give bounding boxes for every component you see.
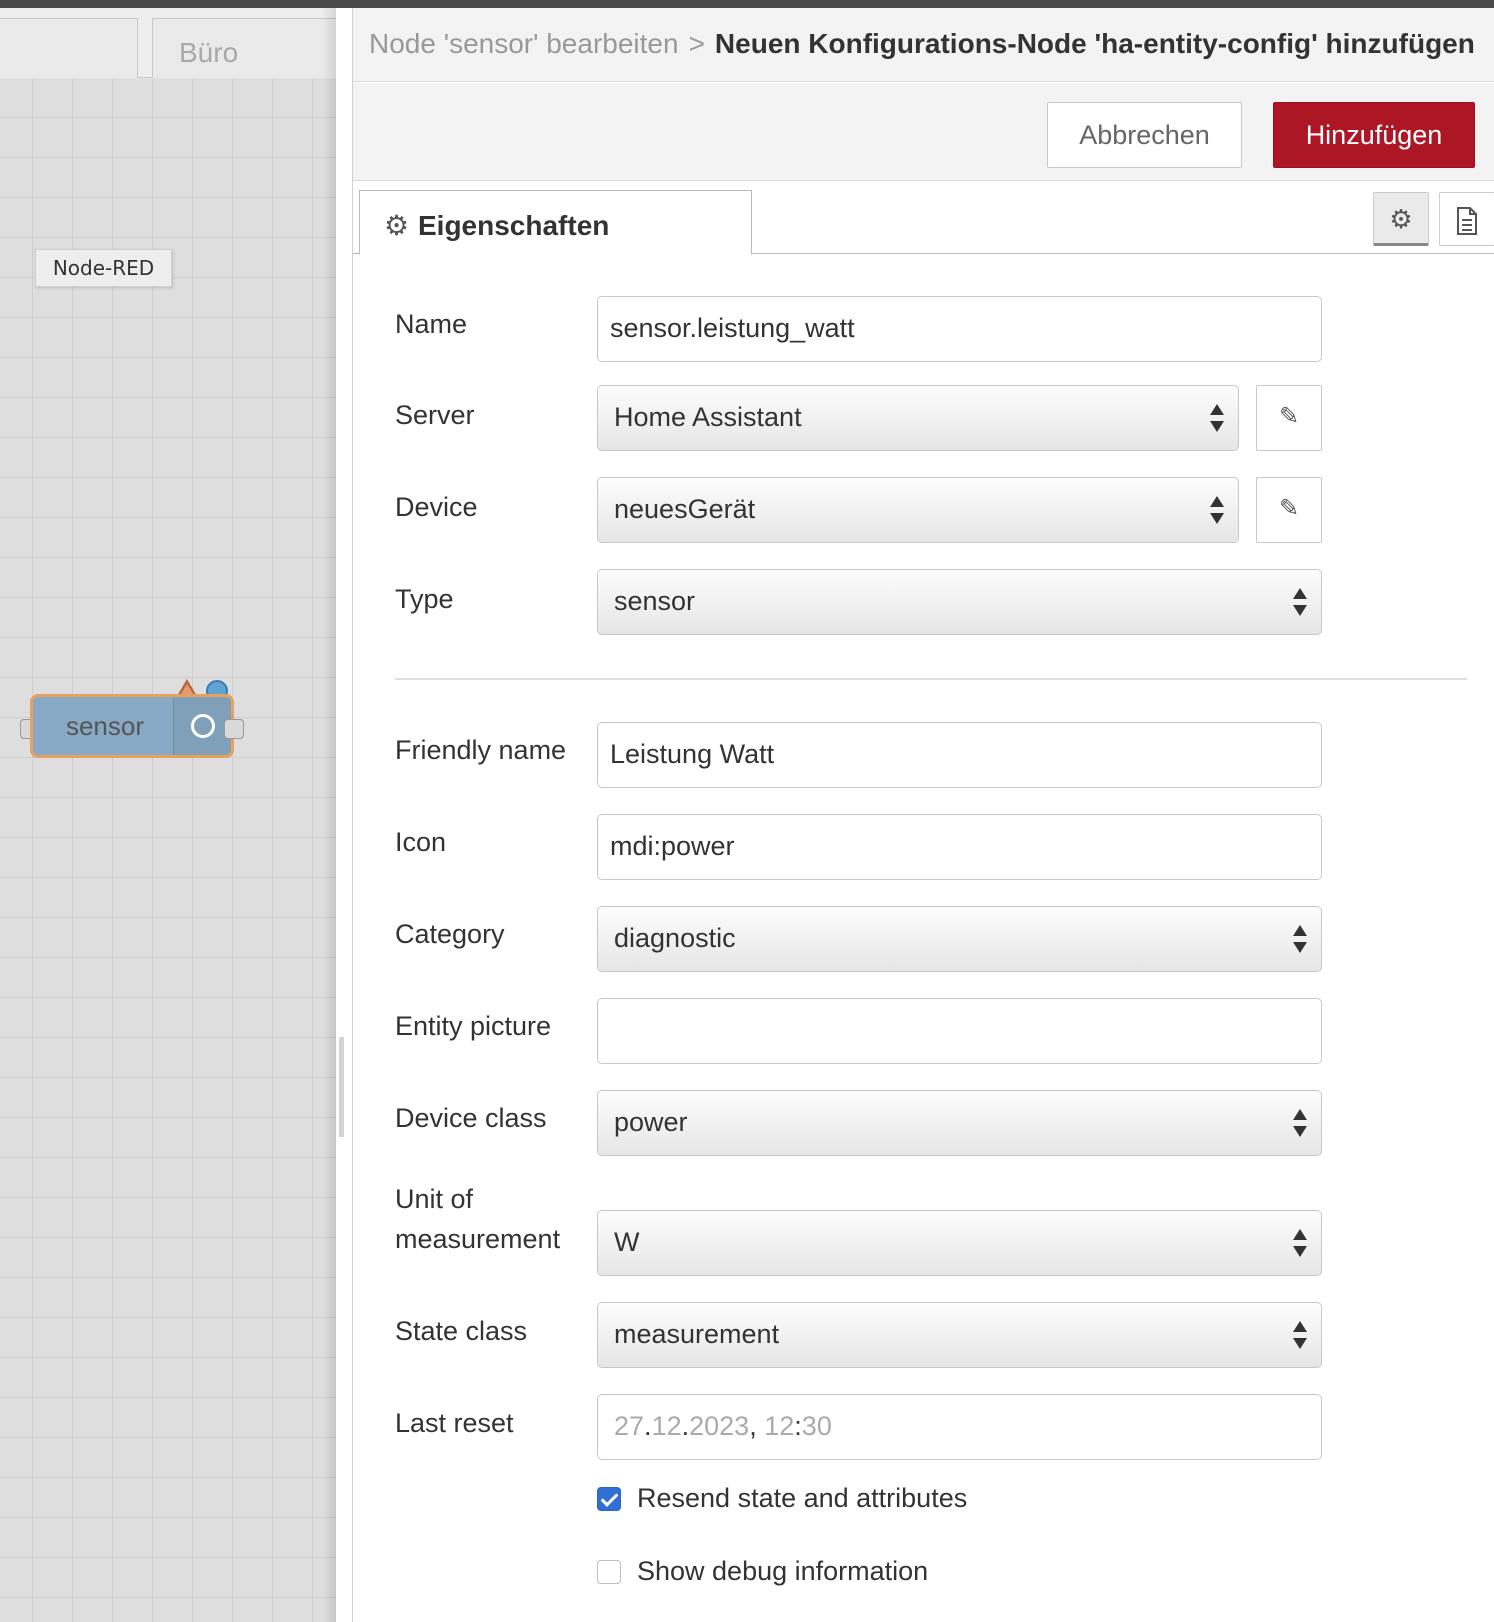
type-select-value: sensor [614, 586, 696, 616]
entity-picture-label: Entity picture [395, 1011, 552, 1041]
date-month: 12 [651, 1411, 682, 1441]
breadcrumb-parent-link[interactable]: Node 'sensor' bearbeiten [369, 28, 679, 59]
state-class-select-value: measurement [614, 1319, 780, 1349]
tab-properties[interactable]: ⚙ Eigenschaften [359, 190, 752, 255]
circle-icon [191, 714, 215, 738]
name-input[interactable]: sensor.leistung_watt [597, 296, 1322, 362]
category-select-value: diagnostic [614, 923, 736, 953]
device-select-value: neuesGerät [614, 494, 756, 524]
settings-gear-icon[interactable]: ⚙ [1373, 192, 1429, 246]
sensor-node[interactable]: sensor [30, 694, 234, 758]
top-strip [0, 0, 1494, 8]
add-button[interactable]: Hinzufügen [1273, 102, 1475, 168]
workspace-tab-bar: Büro [0, 8, 336, 78]
date-day: 27 [614, 1411, 645, 1441]
editor-tray: Node 'sensor' bearbeiten > Neuen Konfigura… [352, 8, 1494, 1622]
type-select[interactable]: sensor [597, 569, 1322, 635]
select-arrows-icon [1293, 1227, 1307, 1259]
debug-info-label: Show debug information [637, 1556, 929, 1586]
select-arrows-icon [1293, 1107, 1307, 1139]
device-label: Device [395, 492, 478, 522]
date-separator: , [749, 1411, 757, 1441]
category-label: Category [395, 919, 505, 949]
server-label: Server [395, 400, 475, 430]
time-minute: 30 [801, 1411, 832, 1441]
form-divider [395, 678, 1467, 680]
type-label: Type [395, 584, 454, 614]
resend-state-label: Resend state and attributes [637, 1483, 968, 1513]
breadcrumb-separator: > [688, 28, 705, 59]
select-arrows-icon [1293, 923, 1307, 955]
select-arrows-icon [1293, 1319, 1307, 1351]
time-separator: : [794, 1411, 802, 1441]
breadcrumb: Node 'sensor' bearbeiten > Neuen Konfigura… [353, 8, 1494, 82]
debug-info-checkbox[interactable] [597, 1560, 621, 1584]
file-text-icon[interactable] [1439, 192, 1494, 246]
select-arrows-icon [1210, 402, 1224, 434]
editor-toolbar: Abbrechen Hinzufügen [353, 83, 1494, 181]
workspace-tab-buero[interactable]: Büro [152, 18, 336, 78]
icon-input[interactable]: mdi:power [597, 814, 1322, 880]
node-output-port[interactable] [224, 719, 244, 739]
server-select-value: Home Assistant [614, 402, 802, 432]
select-arrows-icon [1293, 586, 1307, 618]
time-hour: 12 [764, 1411, 795, 1441]
unit-select-value: W [614, 1227, 640, 1257]
node-status-icon-box [173, 697, 231, 755]
server-select[interactable]: Home Assistant [597, 385, 1239, 451]
date-separator: . [644, 1411, 652, 1441]
tray-resize-handle[interactable] [339, 1037, 344, 1137]
flow-workspace[interactable]: Büro Node-RED sensor [0, 8, 336, 1622]
editor-tabs: ⚙ Eigenschaften ⚙ [353, 182, 1494, 255]
page-title: Neuen Konfigurations-Node 'ha-entity-con… [714, 28, 1475, 59]
date-year: 2023 [689, 1411, 750, 1441]
state-class-select[interactable]: measurement [597, 1302, 1322, 1368]
node-label: sensor [65, 711, 145, 741]
cancel-button[interactable]: Abbrechen [1047, 102, 1242, 168]
edit-device-pencil-icon[interactable]: ✎ [1256, 477, 1322, 543]
workspace-grid[interactable] [0, 79, 336, 1622]
state-class-label: State class [395, 1316, 528, 1346]
entity-picture-input[interactable] [597, 998, 1322, 1064]
device-class-select[interactable]: power [597, 1090, 1322, 1156]
last-reset-label: Last reset [395, 1408, 514, 1438]
date-separator: . [681, 1411, 690, 1441]
workspace-tab[interactable] [0, 18, 138, 78]
icon-label: Icon [395, 827, 447, 857]
tab-properties-label: Eigenschaften [418, 210, 610, 241]
select-arrows-icon [1210, 494, 1224, 526]
friendly-name-label: Friendly name [395, 735, 567, 765]
device-class-select-value: power [614, 1107, 688, 1137]
device-select[interactable]: neuesGerät [597, 477, 1239, 543]
workspace-edge-shadow [322, 8, 336, 1622]
unit-label-line1: Unit of [395, 1184, 474, 1214]
friendly-name-input[interactable]: Leistung Watt [597, 722, 1322, 788]
node-red-tooltip: Node-RED [35, 249, 172, 287]
last-reset-datetime-input[interactable]: 27.12.2023, 12:30 [597, 1394, 1322, 1460]
unit-select[interactable]: W [597, 1210, 1322, 1276]
edit-server-pencil-icon[interactable]: ✎ [1256, 385, 1322, 451]
category-select[interactable]: diagnostic [597, 906, 1322, 972]
resend-state-checkbox[interactable] [597, 1487, 621, 1511]
name-label: Name [395, 309, 468, 339]
device-class-label: Device class [395, 1103, 547, 1133]
unit-label-line2: measurement [395, 1224, 561, 1254]
gear-icon: ⚙ [384, 210, 410, 241]
